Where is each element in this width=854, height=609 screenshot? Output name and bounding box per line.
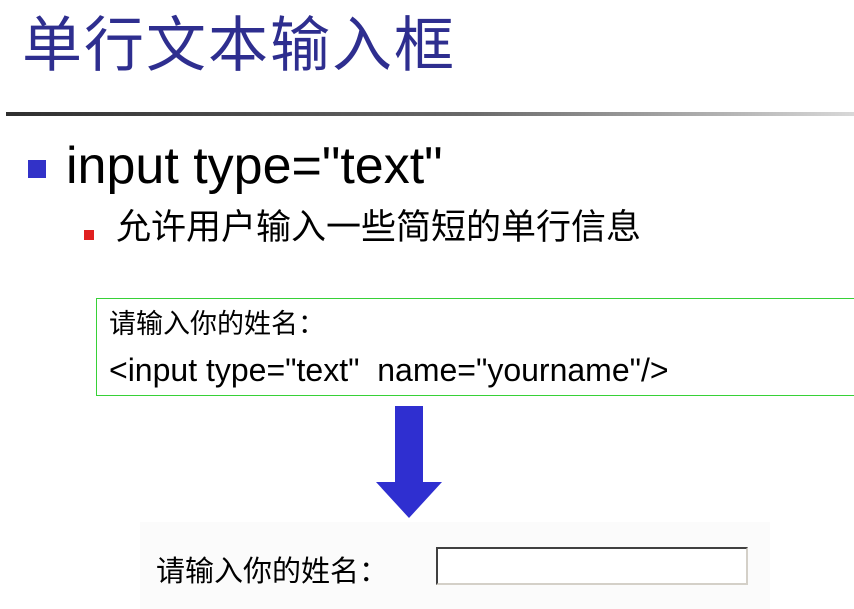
demo-label: 请输入你的姓名： bbox=[156, 554, 389, 588]
name-input[interactable] bbox=[436, 547, 748, 585]
rendered-demo: 请输入你的姓名： bbox=[140, 522, 770, 609]
down-arrow-icon bbox=[376, 406, 442, 518]
code-line-input-tag: <input type="text" name="yourname"/> bbox=[109, 352, 669, 388]
slide-title: 单行文本输入框 bbox=[22, 11, 456, 81]
code-line-label: 请输入你的姓名： bbox=[109, 309, 325, 340]
bullet-level2-text: 允许用户输入一些简短的单行信息 bbox=[116, 208, 642, 248]
code-example-box: 请输入你的姓名： <input type="text" name="yourna… bbox=[96, 298, 854, 396]
bullet-square-icon bbox=[28, 160, 46, 178]
sub-bullet-square-icon bbox=[84, 230, 94, 240]
title-divider bbox=[6, 112, 854, 116]
bullet-level1-text: input type="text" bbox=[66, 137, 443, 195]
